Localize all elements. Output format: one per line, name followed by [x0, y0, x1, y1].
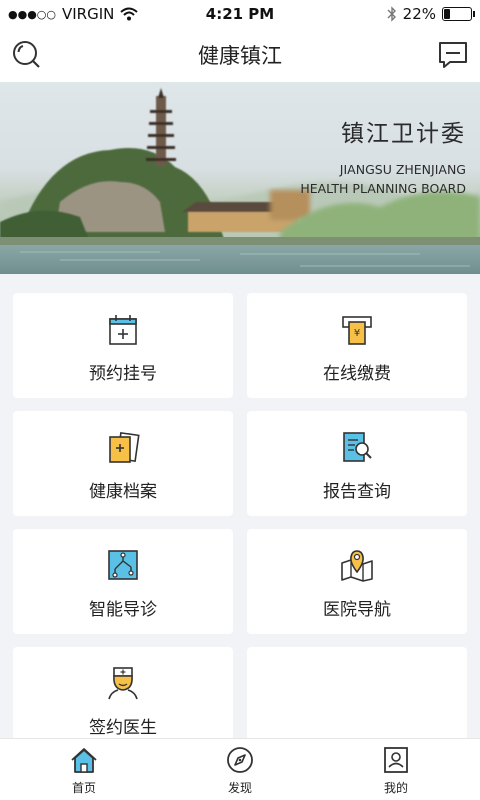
profile-icon — [384, 747, 408, 773]
battery-percent: 22% — [402, 5, 436, 23]
tab-bar: 首页 发现 我的 — [0, 738, 480, 800]
doctor-icon — [108, 667, 138, 700]
menu-empty-slot — [247, 647, 467, 752]
menu-label: 报告查询 — [323, 482, 391, 502]
menu-contract-doctor[interactable]: 签约医生 — [13, 647, 233, 752]
home-icon — [71, 748, 97, 773]
nav-bar: 健康镇江 — [0, 28, 480, 82]
report-search-icon — [343, 432, 372, 462]
menu-report-query[interactable]: 报告查询 — [247, 411, 467, 516]
tab-label: 首页 — [71, 781, 96, 795]
menu-hospital-navigation[interactable]: 医院导航 — [247, 529, 467, 634]
message-icon — [439, 42, 467, 68]
bluetooth-icon — [387, 6, 396, 22]
compass-icon — [227, 747, 253, 773]
menu-label: 健康档案 — [89, 482, 157, 502]
menu-health-record[interactable]: 健康档案 — [13, 411, 233, 516]
tab-label: 发现 — [227, 781, 252, 795]
tab-label: 我的 — [383, 781, 408, 795]
smart-guide-icon — [108, 550, 138, 580]
calendar-add-icon — [109, 315, 137, 345]
banner-subtitle-line2: HEALTH PLANNING BOARD — [300, 181, 466, 196]
svg-text:¥: ¥ — [354, 328, 360, 339]
menu-online-payment[interactable]: ¥ 在线缴费 — [247, 293, 467, 398]
tab-discover[interactable]: 发现 — [200, 739, 280, 800]
page-title: 健康镇江 — [198, 44, 282, 68]
menu-appointment[interactable]: 预约挂号 — [13, 293, 233, 398]
tab-profile[interactable]: 我的 — [356, 739, 436, 800]
menu-label: 智能导诊 — [89, 600, 157, 620]
health-record-icon — [109, 431, 140, 463]
status-bar: ●●●○○ VIRGIN 4:21 PM 22% — [0, 0, 480, 28]
battery-fill — [444, 9, 451, 19]
map-pin-icon — [341, 550, 373, 582]
tab-home[interactable]: 首页 — [44, 739, 124, 800]
battery-icon — [442, 7, 475, 21]
banner-subtitle-line1: JIANGSU ZHENJIANG — [339, 162, 466, 177]
landscape-illustration — [0, 88, 480, 274]
messages-button[interactable] — [436, 38, 470, 72]
menu-label: 预约挂号 — [89, 364, 157, 384]
menu-label: 签约医生 — [89, 718, 157, 738]
payment-icon: ¥ — [342, 316, 372, 345]
menu-label: 医院导航 — [323, 600, 391, 620]
menu-smart-guide[interactable]: 智能导诊 — [13, 529, 233, 634]
menu-label: 在线缴费 — [323, 364, 391, 384]
banner-title: 镇江卫计委 — [341, 121, 466, 147]
banner-image[interactable]: 镇江卫计委 JIANGSU ZHENJIANG HEALTH PLANNING … — [0, 82, 480, 274]
